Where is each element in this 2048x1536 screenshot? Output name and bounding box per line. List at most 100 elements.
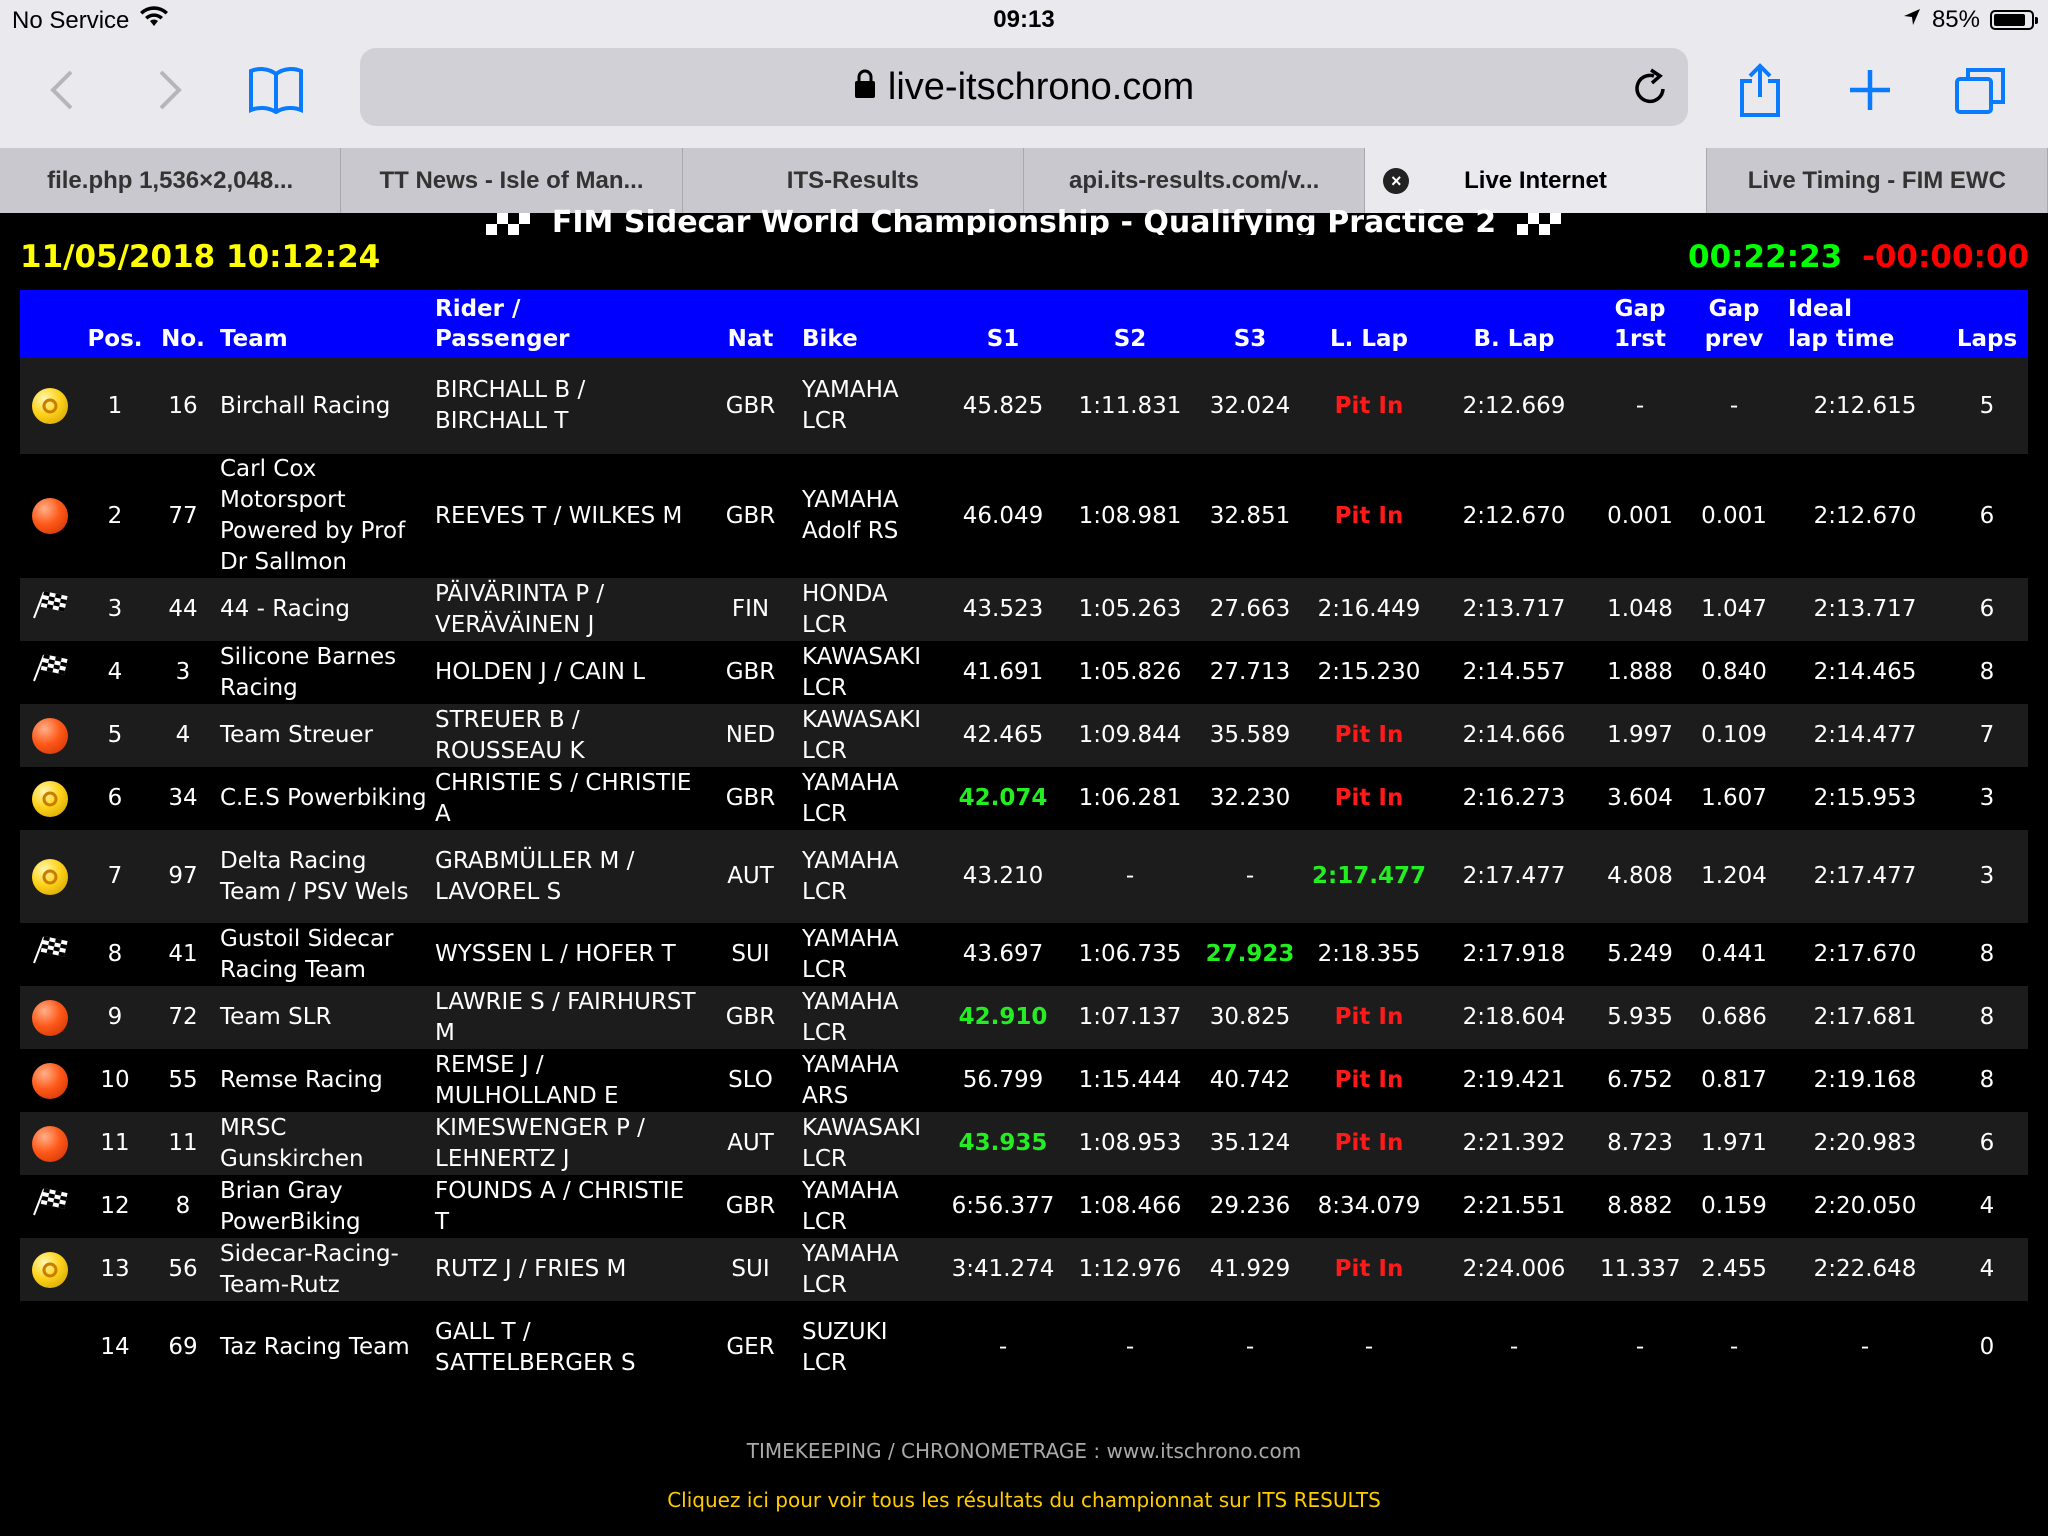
checkered-flag-icon [30, 591, 70, 626]
cell-gap1: - [1596, 358, 1684, 454]
cell-blap: 2:17.477 [1432, 830, 1596, 923]
cell-rider: CHRISTIE S / CHRISTIE A [431, 767, 703, 830]
cell-team: Remse Racing [216, 1049, 431, 1112]
cell-ideal: 2:20.050 [1784, 1175, 1946, 1238]
cell-no: 8 [150, 1175, 216, 1238]
tab-its-results[interactable]: ITS-Results [683, 148, 1024, 213]
cell-no: 97 [150, 830, 216, 923]
cell-blap: 2:17.918 [1432, 923, 1596, 986]
cell-no: 44 [150, 578, 216, 641]
cell-s2: 1:09.844 [1066, 704, 1194, 767]
new-tab-icon[interactable] [1840, 60, 1900, 120]
status-cell [20, 1238, 80, 1301]
cell-team: Team SLR [216, 986, 431, 1049]
cell-no: 77 [150, 454, 216, 578]
col-s1: S1 [940, 290, 1066, 358]
col-pos: Pos. [80, 290, 150, 358]
web-page: FIM Sidecar World Championship - Qualify… [0, 205, 2048, 1536]
cell-s3: 27.923 [1194, 923, 1306, 986]
cell-no: 55 [150, 1049, 216, 1112]
cell-pos: 7 [80, 830, 150, 923]
cell-no: 72 [150, 986, 216, 1049]
reload-icon[interactable] [1632, 68, 1668, 116]
bookmarks-icon[interactable] [246, 60, 306, 120]
cell-gap1: 1.048 [1596, 578, 1684, 641]
cell-llap: 2:15.230 [1306, 641, 1432, 704]
tab-label: ITS-Results [786, 166, 919, 194]
tabs-overview-icon[interactable] [1950, 60, 2010, 120]
cell-no: 16 [150, 358, 216, 454]
tab-api-its-results[interactable]: api.its-results.com/v... [1024, 148, 1366, 213]
cell-llap: Pit In [1306, 704, 1432, 767]
cell-s2: 1:05.826 [1066, 641, 1194, 704]
cell-s1: 42.465 [940, 704, 1066, 767]
back-button[interactable] [32, 60, 92, 120]
forward-button[interactable] [140, 60, 200, 120]
cell-bike: YAMAHA LCR [798, 923, 940, 986]
cell-bike: KAWASAKI LCR [798, 704, 940, 767]
cell-gapp: 0.109 [1684, 704, 1784, 767]
share-icon[interactable] [1730, 60, 1790, 120]
tab-label: Live Internet [1464, 166, 1607, 194]
cell-gapp: 2.455 [1684, 1238, 1784, 1301]
cell-s3: 32.230 [1194, 767, 1306, 830]
tab-live-internet[interactable]: × Live Internet [1365, 148, 1707, 213]
close-tab-icon[interactable]: × [1383, 168, 1410, 194]
cell-no: 41 [150, 923, 216, 986]
cell-gapp: 1.607 [1684, 767, 1784, 830]
cell-s1: 42.910 [940, 986, 1066, 1049]
cell-s3: 30.825 [1194, 986, 1306, 1049]
cell-ideal: - [1784, 1301, 1946, 1394]
cell-s1: 41.691 [940, 641, 1066, 704]
cell-bike: HONDA LCR [798, 578, 940, 641]
battery-icon [1990, 10, 2038, 30]
cell-bike: YAMAHA Adolf RS [798, 454, 940, 578]
cell-s2: 1:15.444 [1066, 1049, 1194, 1112]
table-row: 12 8 Brian Gray PowerBiking FOUNDS A / CHRI… [20, 1175, 2028, 1238]
cell-nat: SUI [703, 1238, 798, 1301]
session-datetime: 11/05/2018 10:12:24 [20, 239, 381, 275]
cell-s2: 1:05.263 [1066, 578, 1194, 641]
cell-s3: 32.851 [1194, 454, 1306, 578]
tab-label: Live Timing - FIM EWC [1747, 166, 2006, 194]
cell-llap: - [1306, 1301, 1432, 1394]
cell-team: Delta Racing Team / PSV Wels [216, 830, 431, 923]
table-row: 14 69 Taz Racing Team GALL T / SATTELBERGER… [20, 1301, 2028, 1394]
table-row: 8 41 Gustoil Sidecar Racing Team WYSSEN L /… [20, 923, 2028, 986]
cell-s2: 1:06.281 [1066, 767, 1194, 830]
tab-live-timing-fim-ewc[interactable]: Live Timing - FIM EWC [1707, 148, 2048, 213]
cell-laps: 6 [1946, 1112, 2028, 1175]
cell-s3: 27.663 [1194, 578, 1306, 641]
cell-gapp: 0.686 [1684, 986, 1784, 1049]
cell-nat: GBR [703, 767, 798, 830]
address-bar[interactable]: live-itschrono.com [360, 48, 1688, 126]
cell-no: 4 [150, 704, 216, 767]
col-best-lap: B. Lap [1432, 290, 1596, 358]
cell-nat: AUT [703, 1112, 798, 1175]
status-cell [20, 923, 80, 986]
championship-results-link[interactable]: Cliquez ici pour voir tous les résultats… [0, 1488, 2048, 1512]
cell-gap1: 3.604 [1596, 767, 1684, 830]
table-row: 11 11 MRSC Gunskirchen KIMESWENGER P / LEHN… [20, 1112, 2028, 1175]
cell-llap: Pit In [1306, 454, 1432, 578]
table-row: 1 16 Birchall Racing BIRCHALL B / BIRCHALL … [20, 358, 2028, 454]
red-ball-icon [32, 498, 68, 534]
cell-rider: REEVES T / WILKES M [431, 454, 703, 578]
cell-rider: KIMESWENGER P / LEHNERTZ J [431, 1112, 703, 1175]
cell-rider: PÄIVÄRINTA P / VERÄVÄINEN J [431, 578, 703, 641]
cell-pos: 9 [80, 986, 150, 1049]
cell-nat: GBR [703, 358, 798, 454]
cell-pos: 1 [80, 358, 150, 454]
tab-tt-news[interactable]: TT News - Isle of Man... [341, 148, 683, 213]
cell-laps: 0 [1946, 1301, 2028, 1394]
clock: 09:13 [993, 6, 1055, 33]
status-cell [20, 830, 80, 923]
cell-laps: 5 [1946, 358, 2028, 454]
cell-team: Taz Racing Team [216, 1301, 431, 1394]
timekeeping-credit: TIMEKEEPING / CHRONOMETRAGE : www.itschr… [746, 1439, 1302, 1463]
tab-file-php[interactable]: file.php 1,536×2,048... [0, 148, 342, 213]
cell-ideal: 2:14.465 [1784, 641, 1946, 704]
cell-s2: 1:07.137 [1066, 986, 1194, 1049]
red-ball-icon [32, 717, 68, 754]
cell-gapp: 1.204 [1684, 830, 1784, 923]
